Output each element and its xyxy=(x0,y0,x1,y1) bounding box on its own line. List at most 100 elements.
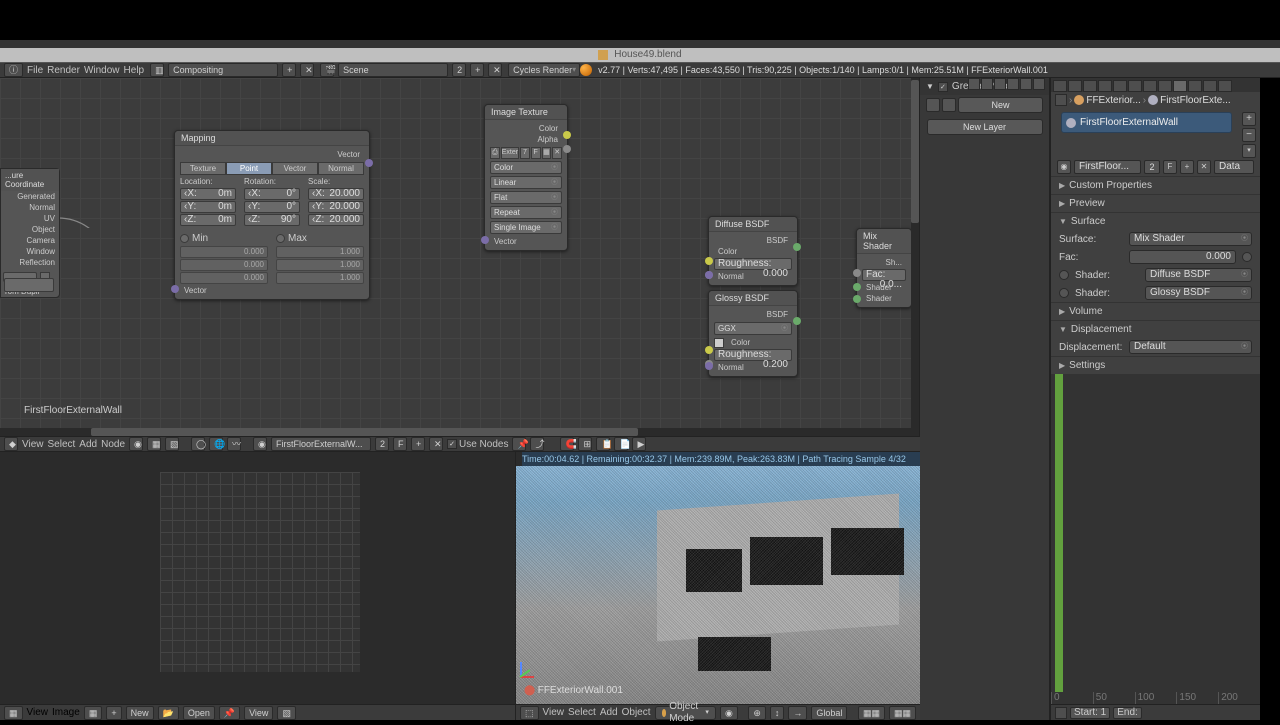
menu-image[interactable]: Image xyxy=(52,707,80,718)
tab-texture[interactable]: Texture xyxy=(180,162,226,175)
fac-node-icon[interactable] xyxy=(1242,252,1252,262)
gp-draw-icon[interactable] xyxy=(926,98,940,112)
editor-type-icon[interactable]: ⓘ xyxy=(4,63,23,77)
material-add-button[interactable]: + xyxy=(411,437,425,451)
ctx-scene-icon[interactable] xyxy=(1083,80,1097,92)
gp-new-layer-button[interactable]: New Layer xyxy=(927,119,1043,135)
rot-x[interactable]: ‹X: 0° xyxy=(244,188,300,200)
menu-add[interactable]: Add xyxy=(79,439,97,450)
scl-x[interactable]: ‹X: 20.000 xyxy=(308,188,364,200)
section-custom-properties[interactable]: Custom Properties xyxy=(1051,176,1260,194)
open-image-button[interactable]: Open xyxy=(183,706,215,720)
remove-material-slot-button[interactable]: − xyxy=(1242,128,1256,142)
start-frame-field[interactable]: Start: 1 xyxy=(1070,707,1110,719)
material-unlink-button[interactable]: ✕ xyxy=(1197,160,1211,174)
material-browse-icon[interactable]: ◉ xyxy=(1057,160,1071,174)
editor-type-icon[interactable]: ▦ xyxy=(4,706,23,720)
copy-nodes-icon[interactable]: 📋 xyxy=(596,437,610,451)
menu-view[interactable]: View xyxy=(22,439,44,450)
orientation-dropdown[interactable]: Global xyxy=(811,706,847,720)
material-specials-dropdown[interactable]: ▾ xyxy=(1242,144,1256,158)
socket-object[interactable]: Object xyxy=(1,224,59,235)
menu-select[interactable]: Select xyxy=(48,439,76,450)
gp-new-button[interactable]: New xyxy=(958,97,1043,113)
uv-image-editor[interactable]: ▦ View Image ▦ + New 📂 Open 📌 View ▧ xyxy=(0,452,516,720)
img-users[interactable]: 7 xyxy=(520,147,530,159)
min-z[interactable]: 0.000 xyxy=(180,272,268,284)
use-nodes-checkbox[interactable]: ✓Use Nodes xyxy=(447,439,508,450)
pivot-icon[interactable]: ⊕ xyxy=(748,706,766,720)
material-users[interactable]: 2 xyxy=(1144,160,1160,174)
gp-color-icon[interactable] xyxy=(942,98,956,112)
gp-icon-2[interactable] xyxy=(981,78,993,90)
gp-icon-3[interactable] xyxy=(994,78,1006,90)
max-y[interactable]: 1.000 xyxy=(276,259,364,271)
tab-normal[interactable]: Normal xyxy=(318,162,364,175)
timeline-playhead[interactable] xyxy=(1055,374,1063,692)
paste-nodes-icon[interactable]: 📄 xyxy=(614,437,628,451)
tab-point[interactable]: Point xyxy=(226,162,272,175)
socket-uv[interactable]: UV xyxy=(1,213,59,224)
material-name-field[interactable]: FirstFloorExternalW... xyxy=(271,437,371,451)
editor-type-icon[interactable] xyxy=(1055,707,1067,719)
section-volume[interactable]: Volume xyxy=(1051,302,1260,320)
ctx-world-icon[interactable] xyxy=(1098,80,1112,92)
snap-type-icon[interactable]: ⊞ xyxy=(578,437,592,451)
ctx-object-icon[interactable] xyxy=(1113,80,1127,92)
view-mode-dropdown[interactable]: View xyxy=(244,706,273,720)
scene-dropdown[interactable]: Scene xyxy=(338,63,448,77)
mix-fac[interactable]: Fac: 0.0... xyxy=(862,269,906,281)
colorspace-dropdown[interactable]: Color xyxy=(490,161,562,174)
shader-object-icon[interactable]: ◯ xyxy=(191,437,205,451)
properties-context-tabs[interactable] xyxy=(1051,78,1260,92)
node-mix-shader[interactable]: Mix Shader Sh... Fac: 0.0... Shader Shad… xyxy=(856,228,912,308)
image-browse-icon[interactable]: ▦ xyxy=(84,706,103,720)
loc-x[interactable]: ‹X: 0m xyxy=(180,188,236,200)
socket-vector-in[interactable]: Vector xyxy=(490,236,562,247)
render-preview[interactable]: ⬤ FFExteriorWall.001 xyxy=(516,466,920,704)
open-icon[interactable]: 📂 xyxy=(158,706,179,720)
menu-render[interactable]: Render xyxy=(47,65,80,76)
section-displacement[interactable]: Displacement xyxy=(1051,320,1260,338)
render-engine-dropdown[interactable]: Cycles Render xyxy=(508,63,580,77)
editor-type-icon[interactable]: ⬚ xyxy=(520,706,539,720)
snap-toggle-icon[interactable]: 🧲 xyxy=(560,437,574,451)
node-mapping[interactable]: Mapping Vector Texture Point Vector Norm… xyxy=(174,130,370,300)
socket-camera[interactable]: Camera xyxy=(1,235,59,246)
diffuse-roughness[interactable]: Roughness: 0.000 xyxy=(714,258,792,270)
menu-view[interactable]: View xyxy=(27,707,49,718)
translate-manip-icon[interactable]: → xyxy=(788,706,807,720)
material-fake-user[interactable]: F xyxy=(1163,160,1177,174)
3d-viewport[interactable]: Time:00:04.62 | Remaining:00:32.37 | Mem… xyxy=(516,452,920,720)
del-scene-button[interactable]: ✕ xyxy=(488,63,502,77)
section-surface[interactable]: Surface xyxy=(1051,212,1260,230)
gp-icon-6[interactable] xyxy=(1033,78,1045,90)
add-material-slot-button[interactable]: + xyxy=(1242,112,1256,126)
loc-z[interactable]: ‹Z: 0m xyxy=(180,214,236,226)
glossy-roughness[interactable]: Roughness: 0.200 xyxy=(714,349,792,361)
img-browse-icon[interactable]: ⎙ xyxy=(490,147,500,159)
material-name-field[interactable]: FirstFloor... xyxy=(1074,160,1141,174)
menu-add[interactable]: Add xyxy=(600,707,618,718)
glossy-color-swatch[interactable] xyxy=(714,338,724,348)
socket-alpha-out[interactable]: Alpha xyxy=(490,134,562,145)
menu-select[interactable]: Select xyxy=(568,707,596,718)
socket-reflection[interactable]: Reflection xyxy=(1,257,59,268)
menu-file[interactable]: File xyxy=(27,65,43,76)
ctx-physics-icon[interactable] xyxy=(1218,80,1232,92)
shader1-dropdown[interactable]: Diffuse BSDF xyxy=(1145,268,1252,282)
screen-layout-dropdown[interactable]: Compositing xyxy=(168,63,278,77)
horizontal-scrollbar[interactable] xyxy=(0,428,911,436)
add-scene-button[interactable]: + xyxy=(470,63,484,77)
menu-help[interactable]: Help xyxy=(124,65,145,76)
socket-shader-out[interactable]: Sh... xyxy=(862,257,906,268)
menu-window[interactable]: Window xyxy=(84,65,120,76)
ctx-render-icon[interactable] xyxy=(1053,80,1067,92)
menu-object[interactable]: Object xyxy=(622,707,651,718)
new-image-button[interactable]: New xyxy=(126,706,154,720)
node-editor-area[interactable]: ...ure Coordinate Generated Normal UV Ob… xyxy=(0,78,920,436)
node-glossy-bsdf[interactable]: Glossy BSDF BSDF GGX Color Roughness: 0.… xyxy=(708,290,798,377)
fac-value[interactable]: 0.000 xyxy=(1129,250,1236,264)
crumb-object[interactable]: FFExterior... xyxy=(1086,95,1140,106)
min-y[interactable]: 0.000 xyxy=(180,259,268,271)
